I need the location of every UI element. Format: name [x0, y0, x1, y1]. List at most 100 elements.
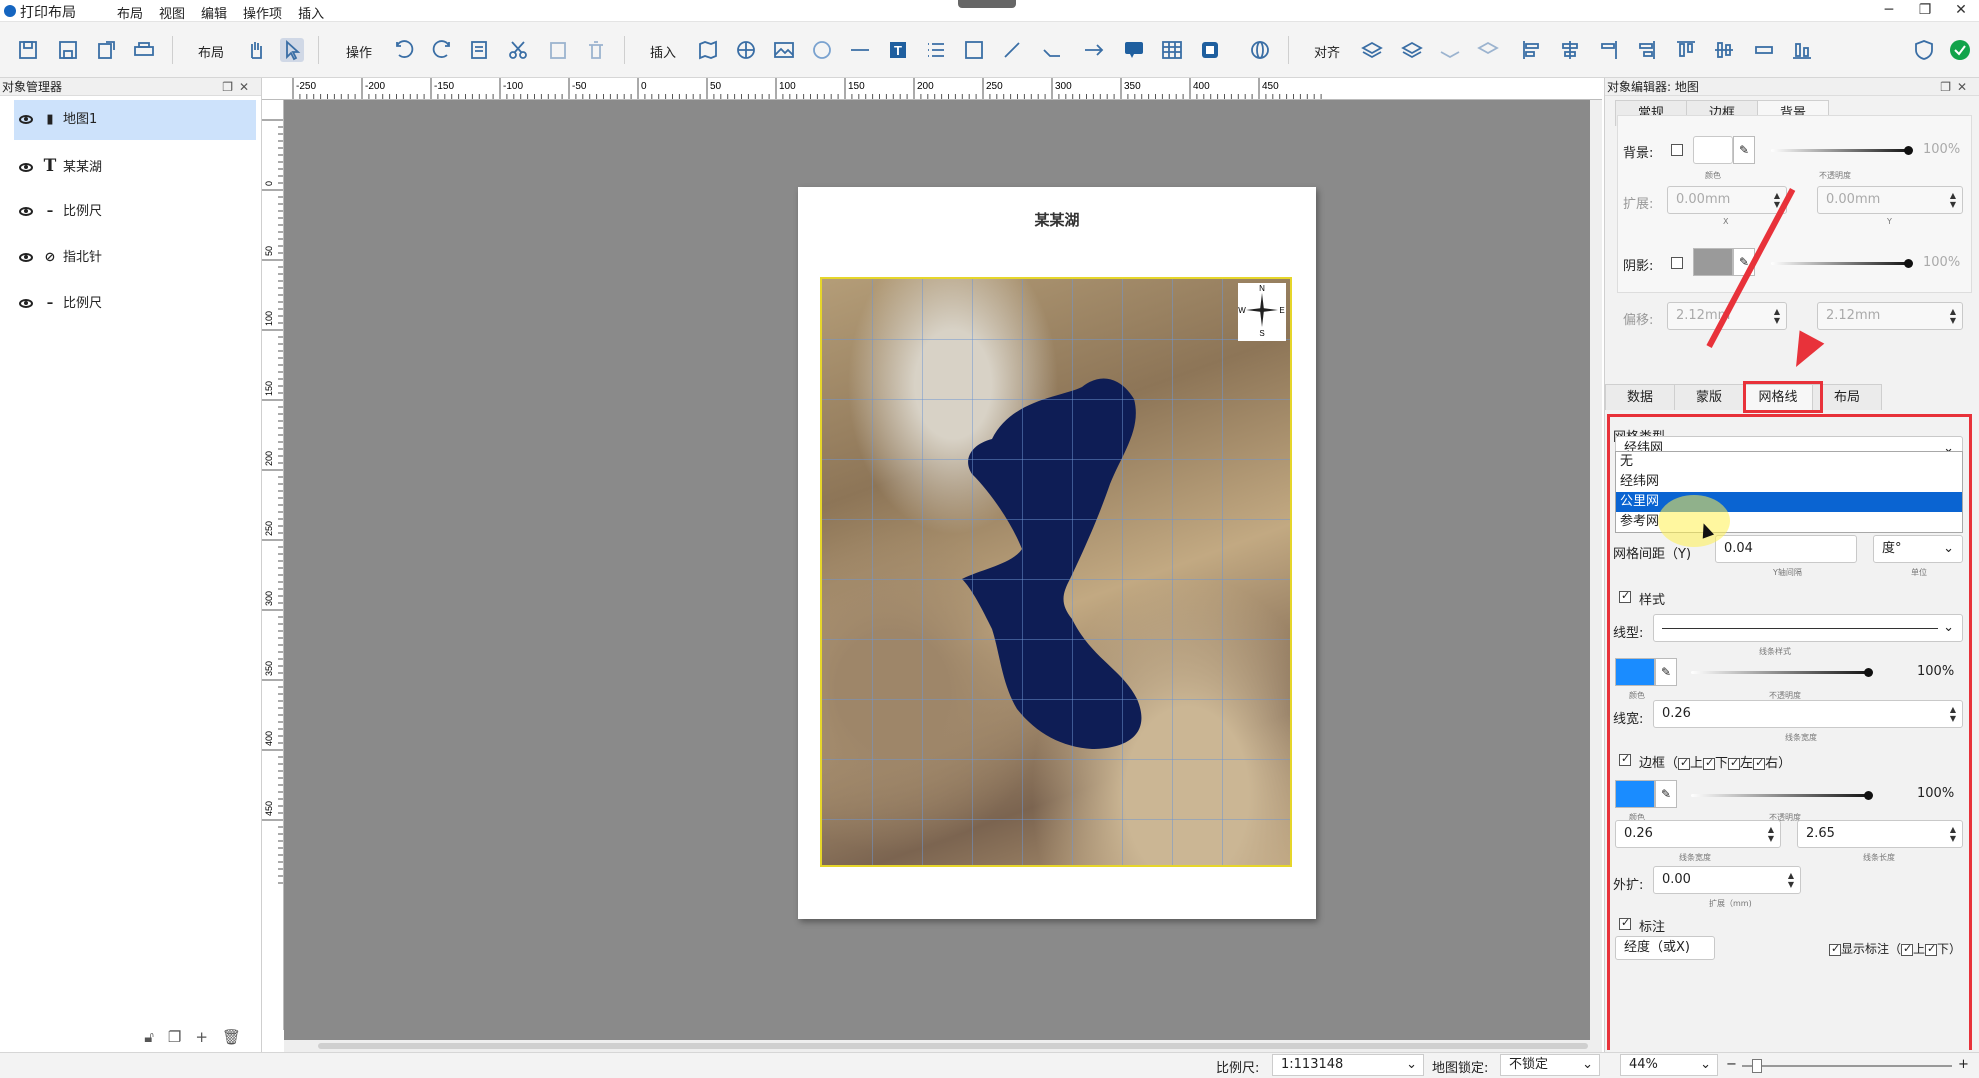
insert-arrow-icon[interactable]	[1082, 38, 1106, 62]
align-top-icon[interactable]	[1674, 38, 1698, 62]
border-top-checkbox[interactable]	[1678, 756, 1691, 770]
pan-hand-icon[interactable]	[244, 38, 268, 62]
spinner-icon[interactable]: ▲ ▼	[1950, 191, 1956, 209]
paste-icon[interactable]	[546, 38, 570, 62]
insert-map-icon[interactable]	[696, 38, 720, 62]
zoom-select[interactable]: 44% ⌄	[1620, 1054, 1718, 1076]
zoom-in-icon[interactable]: +	[1958, 1057, 1969, 1072]
map-title-text[interactable]: 某某湖	[798, 209, 1316, 230]
slider-knob[interactable]	[1904, 259, 1913, 268]
insert-line-icon[interactable]	[1000, 38, 1024, 62]
align-left-icon[interactable]	[1520, 38, 1544, 62]
border-right-checkbox[interactable]	[1753, 756, 1766, 770]
spinner-icon[interactable]: ▲ ▼	[1774, 307, 1780, 325]
border-left-checkbox[interactable]	[1728, 756, 1741, 770]
insert-scalebar-icon[interactable]	[848, 38, 872, 62]
tab-data[interactable]: 数据	[1605, 384, 1675, 410]
eyedropper-icon[interactable]: ✎	[1655, 780, 1677, 808]
spinner-icon[interactable]: ▲ ▼	[1950, 825, 1956, 843]
spinner-icon[interactable]: ▲ ▼	[1950, 705, 1956, 723]
redo-icon[interactable]	[430, 38, 454, 62]
restore-icon[interactable]: ❐	[1907, 0, 1943, 22]
horizontal-scrollbar[interactable]	[284, 1040, 1602, 1052]
eyedropper-icon[interactable]: ✎	[1733, 136, 1755, 164]
insert-web-icon[interactable]	[1248, 38, 1272, 62]
background-checkbox[interactable]	[1671, 144, 1683, 156]
linewidth-input[interactable]: 0.26 ▲ ▼	[1653, 700, 1963, 728]
insert-legend-icon[interactable]	[810, 38, 834, 62]
border-bottom-checkbox[interactable]	[1703, 756, 1716, 770]
map-lock-select[interactable]: 不锁定 ⌄	[1500, 1054, 1600, 1076]
border-color-swatch[interactable]	[1615, 780, 1655, 808]
zoom-slider-knob[interactable]	[1752, 1059, 1762, 1073]
coordinate-select[interactable]: 经度（或X)	[1615, 936, 1715, 960]
panel-float-close-icons[interactable]: ❐✕	[222, 78, 255, 96]
tree-item-scalebar-2[interactable]: – 比例尺	[14, 284, 256, 324]
offset-y-input[interactable]: 2.12mm ▲ ▼	[1817, 302, 1963, 330]
tree-item-scalebar[interactable]: – 比例尺	[14, 192, 256, 232]
panel-float-close-icons[interactable]: ❐✕	[1940, 78, 1973, 96]
show-label-checkbox[interactable]	[1829, 942, 1841, 956]
grid-interval-y-input[interactable]: 0.04	[1715, 535, 1857, 563]
online-status-icon[interactable]	[1948, 38, 1972, 62]
expand-x-input[interactable]: 0.00mm ▲ ▼	[1667, 186, 1787, 214]
visibility-eye-icon[interactable]	[19, 253, 33, 262]
select-arrow-icon[interactable]	[280, 38, 304, 62]
layer-down-icon[interactable]	[1400, 38, 1424, 62]
duplicate-icon[interactable]: ❐	[168, 1028, 181, 1046]
align-middle-icon[interactable]	[1712, 38, 1736, 62]
eyedropper-icon[interactable]: ✎	[1655, 658, 1677, 686]
shadow-color-swatch[interactable]	[1693, 248, 1733, 276]
zoom-slider[interactable]	[1742, 1059, 1952, 1073]
unit-select[interactable]: 度° ⌄	[1873, 535, 1963, 563]
lock-icon[interactable]: 🔓︎	[144, 1028, 154, 1046]
background-opacity-slider[interactable]	[1771, 146, 1913, 155]
scale-select[interactable]: 1:113148 ⌄	[1272, 1054, 1424, 1076]
menu-view[interactable]: 视图	[159, 3, 185, 22]
linetype-select[interactable]: ⌄	[1653, 614, 1963, 642]
menu-edit[interactable]: 编辑	[201, 3, 227, 22]
copy-icon[interactable]	[468, 38, 492, 62]
extend-input[interactable]: 0.00 ▲ ▼	[1653, 866, 1801, 894]
grid-color-swatch[interactable]	[1615, 658, 1655, 686]
visibility-eye-icon[interactable]	[19, 115, 33, 124]
insert-callout-icon[interactable]	[1122, 38, 1146, 62]
insert-list-icon[interactable]	[924, 38, 948, 62]
tree-item-north-arrow[interactable]: ⊘ 指北针	[14, 238, 256, 278]
print-page[interactable]: 某某湖 N S W E	[798, 187, 1316, 919]
visibility-eye-icon[interactable]	[19, 299, 33, 308]
distribute-horizontal-icon[interactable]	[1752, 38, 1776, 62]
insert-frame-icon[interactable]	[1198, 38, 1222, 62]
spinner-icon[interactable]: ▲ ▼	[1788, 871, 1794, 889]
annotation-checkbox[interactable]	[1619, 916, 1631, 930]
option-none[interactable]: 无	[1616, 452, 1962, 472]
visibility-eye-icon[interactable]	[19, 207, 33, 216]
show-top-checkbox[interactable]	[1901, 942, 1914, 956]
spinner-icon[interactable]: ▲ ▼	[1768, 825, 1774, 843]
trash-icon[interactable]: 🗑︎	[222, 1028, 241, 1046]
map-frame[interactable]: N S W E	[820, 277, 1292, 867]
insert-image-icon[interactable]	[772, 38, 796, 62]
delete-icon[interactable]	[584, 38, 608, 62]
tab-mask[interactable]: 蒙版	[1674, 384, 1744, 410]
cut-icon[interactable]	[506, 38, 530, 62]
slider-knob[interactable]	[1864, 791, 1873, 800]
border-opacity-slider[interactable]	[1691, 791, 1873, 800]
align-right-edge-icon[interactable]	[1634, 38, 1658, 62]
layer-top-icon[interactable]	[1438, 38, 1462, 62]
vertical-scrollbar[interactable]	[1590, 100, 1602, 1040]
align-center-icon[interactable]	[1558, 38, 1582, 62]
shadow-opacity-slider[interactable]	[1771, 259, 1913, 268]
align-right-icon[interactable]	[1596, 38, 1620, 62]
add-icon[interactable]: +	[195, 1028, 208, 1046]
style-checkbox[interactable]	[1619, 589, 1631, 603]
scroll-thumb[interactable]	[318, 1043, 1588, 1049]
grid-opacity-slider[interactable]	[1691, 668, 1873, 677]
save-as-icon[interactable]	[56, 38, 80, 62]
print-icon[interactable]	[132, 38, 156, 62]
insert-globe-icon[interactable]	[734, 38, 758, 62]
visibility-eye-icon[interactable]	[19, 163, 33, 172]
spinner-icon[interactable]: ▲ ▼	[1950, 307, 1956, 325]
menu-operations[interactable]: 操作项	[243, 3, 282, 22]
save-icon[interactable]	[16, 38, 40, 62]
